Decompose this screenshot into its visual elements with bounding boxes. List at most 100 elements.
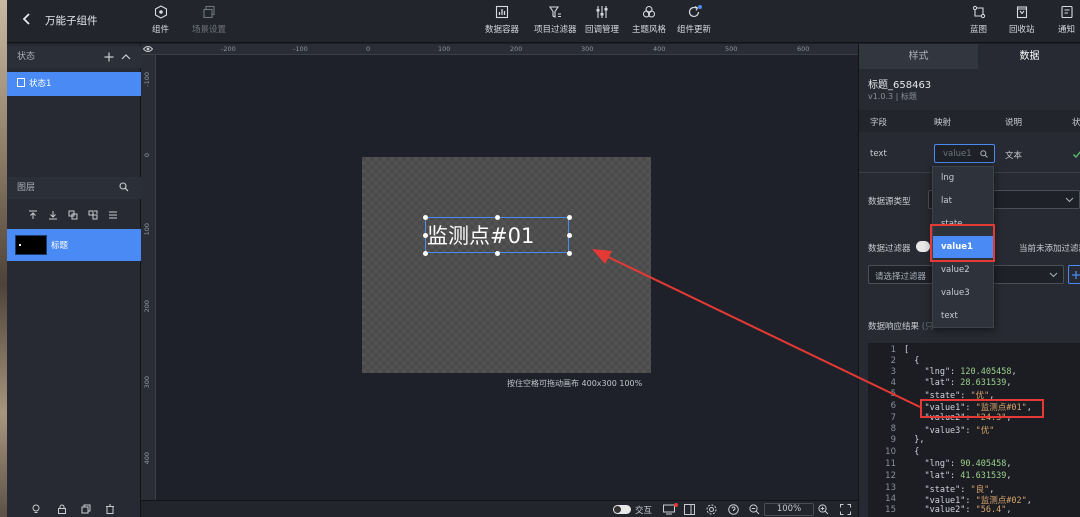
scene-settings-button[interactable]: 场景设置 [192,5,226,35]
blueprint-label: 蓝图 [970,25,988,35]
code-line: }, [904,435,925,445]
help-icon[interactable] [728,504,739,515]
zoom-out-icon[interactable] [749,504,760,515]
data-container-button[interactable]: 数据容器 [485,5,519,35]
scene-settings-label: 场景设置 [192,25,227,35]
recycle-bin-button[interactable]: 回收站 [1009,5,1035,35]
layer-item-title[interactable]: 标题 [7,229,141,261]
notifications-label: 通知 [1058,25,1076,35]
resize-handle[interactable] [423,251,428,256]
resize-handle[interactable] [567,251,572,256]
line-number: 14 [885,494,896,504]
line-number: 2 [890,356,896,366]
theme-style-label: 主题风格 [632,25,667,35]
bulb-icon[interactable] [31,504,41,514]
response-label: 数据响应结果 (只 [868,320,934,332]
group-layers-icon[interactable] [68,210,78,220]
layer-thumbnail-dot [19,244,21,246]
state-item-1[interactable]: 状态1 [7,72,141,96]
components-button[interactable]: 组件 [152,5,169,35]
dropdown-option-text[interactable]: text [933,305,993,327]
response-code-view[interactable]: 1 [ 2 { 3 "lng": 120.405458, 4 "lat": 28.… [868,343,1080,517]
tab-style[interactable]: 样式 [859,44,978,69]
blueprint-button[interactable]: 蓝图 [970,5,987,35]
add-state-plus-icon[interactable] [104,52,114,62]
project-filter-label: 项目过滤器 [534,25,577,35]
code-line: "lng": 120.405458, [904,367,1017,377]
theme-circles-icon [642,5,656,18]
hruler-tick-label: 100 [438,45,451,53]
left-panel: 状态 状态1 图层 标题 [7,44,141,517]
move-to-bottom-icon[interactable] [48,210,58,220]
dropdown-option-lat[interactable]: lat [933,190,993,212]
theme-style-button[interactable]: 主题风格 [632,5,666,35]
vruler-tick-label: 100 [143,223,151,236]
chevron-down-icon [1049,272,1058,278]
mapping-search-icon [980,150,988,158]
collapse-chevron-up-icon[interactable] [121,53,131,61]
ruler-eye-icon[interactable] [143,45,153,53]
code-line: "lat": 28.631539, [904,378,1012,388]
delete-icon[interactable] [105,504,115,514]
filter-label: 数据过滤器 [868,244,911,254]
dropdown-option-lng[interactable]: lng [933,167,993,189]
resize-handle[interactable] [495,251,500,256]
interact-label: 交互 [635,506,653,516]
component-update-button[interactable]: 组件更新 [677,5,711,35]
component-meta: v1.0.3 | 标题 [868,92,917,101]
zoom-input[interactable]: 100% [764,503,814,516]
hruler-tick-label: 400 [653,45,666,53]
bar-chart-icon [495,5,509,19]
settings-gear-icon[interactable] [706,504,717,515]
resize-handle[interactable] [567,215,572,220]
panel-toggle-icon[interactable] [684,504,695,515]
state-page-icon [17,78,25,87]
dropdown-option-value3[interactable]: value3 [933,282,993,304]
dropdown-option-value2[interactable]: value2 [933,259,993,281]
layer-list-icon[interactable] [108,210,118,220]
line-number: 13 [885,483,896,493]
filter-toggle[interactable] [916,241,930,252]
resize-handle[interactable] [423,215,428,220]
add-filter-button[interactable] [1068,265,1080,284]
source-type-label: 数据源类型 [868,197,911,207]
callback-management-button[interactable]: 回调管理 [585,5,619,35]
fit-screen-icon[interactable] [840,504,851,515]
code-line: "value2": "56.4", [904,505,1012,515]
mapping-input-placeholder: value1 [943,149,972,159]
status-check-icon [1073,151,1080,158]
callback-management-label: 回调管理 [585,25,620,35]
vruler-tick-label: 300 [143,376,151,389]
project-filter-button[interactable]: 项目过滤器 [534,5,577,35]
layer-item-label: 标题 [51,241,69,251]
move-to-top-icon[interactable] [28,210,38,220]
interact-toggle[interactable] [613,505,631,514]
lock-icon[interactable] [57,504,67,514]
tab-data[interactable]: 数据 [978,44,1080,69]
back-arrow-icon[interactable] [21,12,33,26]
canvas-stage[interactable] [362,157,651,373]
zoom-in-icon[interactable] [818,504,829,515]
recycle-bin-label: 回收站 [1009,25,1035,35]
code-line: { [904,356,920,366]
copy-icon[interactable] [81,504,91,514]
resize-handle[interactable] [495,215,500,220]
title-widget[interactable]: 监测点#01 [423,215,572,256]
filter-status: 当前未添加过滤器 [1019,244,1080,254]
response-title: 数据响应结果 [868,322,920,332]
resize-handle[interactable] [423,233,428,238]
line-number: 6 [890,401,896,411]
annotation-box-dropdown [930,224,995,262]
mapping-input[interactable]: value1 [934,144,995,163]
component-name: 标题_658463 [868,80,932,91]
notifications-button[interactable]: 通知 [1058,5,1075,35]
line-number: 8 [890,424,896,434]
sliders-icon [596,6,608,18]
layer-search-icon[interactable] [119,182,129,192]
resize-handle[interactable] [567,233,572,238]
field-description: 文本 [1005,151,1023,161]
column-mapping: 映射 [934,118,952,128]
components-label: 组件 [152,25,170,35]
vruler-tick-label: 200 [143,300,151,313]
ungroup-layers-icon[interactable] [88,210,98,220]
